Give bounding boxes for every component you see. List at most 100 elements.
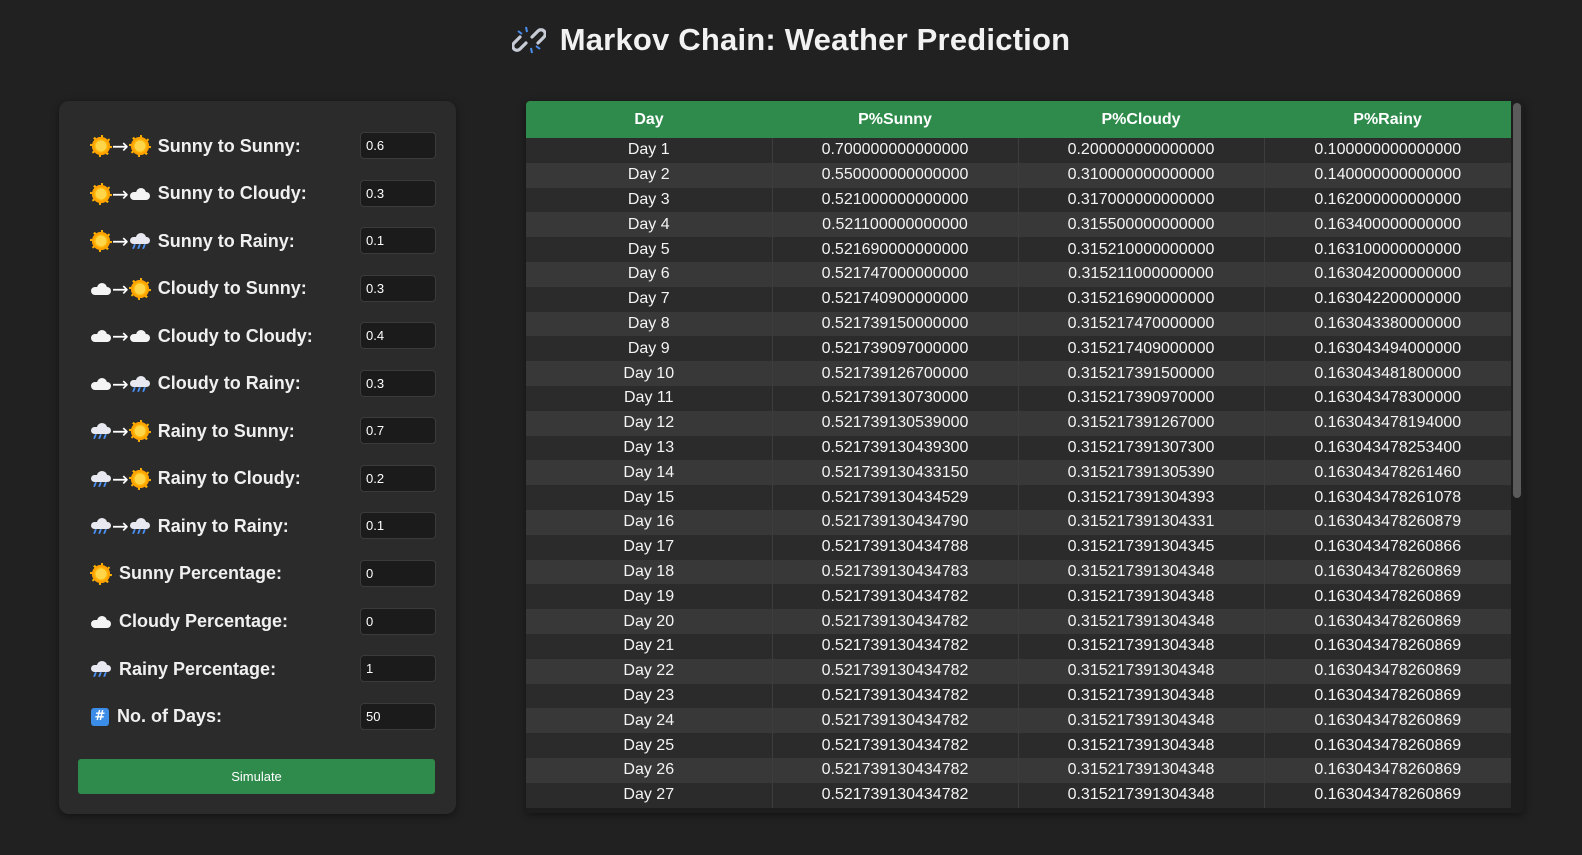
field-input[interactable] <box>360 607 436 635</box>
cell-rainy: 0.162000000000000 <box>1264 187 1511 213</box>
cloud-icon <box>91 330 111 343</box>
table-row: Day 16 0.521739130434790 0.315217391304331… <box>526 509 1511 535</box>
table-row: Day 21 0.521739130434782 0.315217391304348… <box>526 633 1511 659</box>
cell-day: Day 7 <box>526 286 773 312</box>
transition-icons: → <box>91 467 151 490</box>
page-header: Markov Chain: Weather Prediction <box>0 22 1582 58</box>
cell-sunny: 0.521739130730000 <box>772 385 1019 411</box>
arrow-right-icon: → <box>112 134 129 158</box>
field-input[interactable] <box>360 417 436 445</box>
cell-sunny: 0.521690000000000 <box>772 237 1019 262</box>
field-input[interactable] <box>360 132 436 159</box>
field-input[interactable] <box>360 702 436 730</box>
cell-day: Day 6 <box>526 261 773 287</box>
cloud-icon <box>91 377 111 390</box>
simulate-button[interactable]: Simulate <box>78 759 435 794</box>
cell-sunny: 0.521739130433150 <box>772 460 1019 486</box>
cell-day: Day 26 <box>526 757 773 783</box>
cell-day: Day 15 <box>526 485 773 510</box>
form-field-row: → Rainy to Cloudy: <box>91 464 437 493</box>
transition-icons <box>91 612 111 632</box>
arrow-right-icon: → <box>112 181 129 206</box>
transition-icons: → <box>91 419 151 444</box>
rain-cloud-icon <box>91 470 111 488</box>
cell-rainy: 0.163043478261078 <box>1264 485 1511 510</box>
cell-rainy: 0.163043478260869 <box>1264 683 1511 709</box>
field-input[interactable] <box>360 322 436 350</box>
cell-cloudy: 0.315217391304345 <box>1018 534 1265 560</box>
field-input[interactable] <box>360 227 436 255</box>
cell-cloudy: 0.315217409000000 <box>1018 336 1265 362</box>
cell-day: Day 8 <box>526 311 773 337</box>
cell-cloudy: 0.315210000000000 <box>1018 237 1265 262</box>
cell-rainy: 0.163043478260869 <box>1264 584 1511 610</box>
table-row: Day 8 0.521739150000000 0.315217470000000 0… <box>526 311 1511 337</box>
form-field-row: → Cloudy to Sunny: <box>91 274 437 303</box>
cell-sunny: 0.521740900000000 <box>772 286 1019 312</box>
field-input[interactable] <box>360 464 436 492</box>
cell-rainy: 0.163100000000000 <box>1264 237 1511 262</box>
cell-day: Day 5 <box>526 237 773 262</box>
cell-cloudy: 0.315217391304348 <box>1018 559 1265 585</box>
cell-rainy: 0.163043481800000 <box>1264 361 1511 386</box>
cell-sunny: 0.521739130434782 <box>772 782 1019 808</box>
table-row: Day 14 0.521739130433150 0.315217391305390… <box>526 460 1511 486</box>
cell-cloudy: 0.315500000000000 <box>1018 212 1265 238</box>
cell-day: Day 11 <box>526 385 773 411</box>
arrow-right-icon: → <box>112 371 129 396</box>
table-row: Day 13 0.521739130439300 0.315217391307300… <box>526 435 1511 461</box>
cell-cloudy: 0.315217391304331 <box>1018 509 1265 535</box>
field-label: No. of Days: <box>117 706 223 727</box>
table-scrollbar[interactable] <box>1512 101 1522 813</box>
transition-icons <box>91 659 111 679</box>
table-row: Day 24 0.521739130434782 0.315217391304348… <box>526 708 1511 734</box>
scrollbar-thumb[interactable] <box>1513 103 1521 498</box>
table-row: Day 25 0.521739130434782 0.315217391304348… <box>526 733 1511 758</box>
cell-sunny: 0.521747000000000 <box>772 261 1019 287</box>
field-label: Sunny to Cloudy: <box>157 183 307 204</box>
field-label: Sunny to Sunny: <box>157 135 301 156</box>
cell-rainy: 0.140000000000000 <box>1264 162 1511 188</box>
table-row: Day 1 0.700000000000000 0.200000000000000 0… <box>526 138 1511 163</box>
arrow-right-icon: → <box>112 419 129 444</box>
cell-rainy: 0.163043478260869 <box>1264 757 1511 783</box>
cell-sunny: 0.550000000000000 <box>772 162 1019 188</box>
rain-cloud-icon <box>91 422 111 440</box>
hash-icon: # <box>91 707 109 726</box>
field-input[interactable] <box>360 179 436 207</box>
rain-cloud-icon <box>129 232 150 250</box>
field-input[interactable] <box>360 559 436 587</box>
rain-cloud-icon <box>129 375 150 393</box>
cell-cloudy: 0.315217391304348 <box>1018 708 1265 734</box>
field-input[interactable] <box>360 512 436 540</box>
cell-sunny: 0.521739150000000 <box>772 311 1019 337</box>
form-field-row: → Cloudy to Cloudy: <box>91 322 437 350</box>
field-label: Rainy to Cloudy: <box>157 468 301 489</box>
cell-sunny: 0.521739130434782 <box>772 658 1019 684</box>
cell-rainy: 0.163043478260869 <box>1264 633 1511 659</box>
column-header-cloudy: P%Cloudy <box>1018 101 1264 138</box>
cell-day: Day 2 <box>526 162 773 188</box>
cell-sunny: 0.521739130434529 <box>772 485 1019 510</box>
cell-cloudy: 0.310000000000000 <box>1018 162 1265 188</box>
cell-cloudy: 0.317000000000000 <box>1018 187 1265 213</box>
table-row: Day 23 0.521739130434782 0.315217391304348… <box>526 683 1511 709</box>
field-input[interactable] <box>360 274 436 302</box>
table-row: Day 11 0.521739130730000 0.315217390970000… <box>526 385 1511 411</box>
field-input[interactable] <box>360 655 436 683</box>
results-table-panel[interactable]: Day P%Sunny P%Cloudy P%Rainy Day 1 0.7000… <box>526 101 1524 813</box>
cell-sunny: 0.521739130539000 <box>772 410 1019 436</box>
cell-cloudy: 0.315217391304348 <box>1018 683 1265 709</box>
cell-day: Day 21 <box>526 633 773 659</box>
cloud-icon <box>91 282 111 295</box>
field-input[interactable] <box>360 369 436 397</box>
column-header-sunny: P%Sunny <box>772 101 1018 138</box>
cell-rainy: 0.163043478194000 <box>1264 410 1511 436</box>
table-row: Day 15 0.521739130434529 0.315217391304393… <box>526 485 1511 510</box>
rain-cloud-icon <box>91 660 111 678</box>
cell-day: Day 18 <box>526 559 773 585</box>
table-row: Day 10 0.521739126700000 0.315217391500000… <box>526 361 1511 386</box>
cell-rainy: 0.163043478260869 <box>1264 782 1511 808</box>
field-label: Cloudy to Cloudy: <box>157 325 313 346</box>
cell-day: Day 19 <box>526 584 773 610</box>
